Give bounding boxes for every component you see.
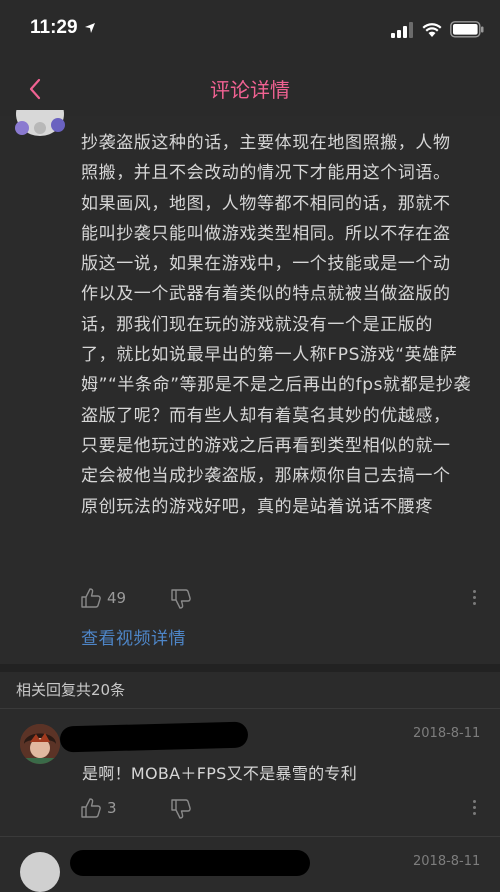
- comment-text: 抄袭盗版这种的话，主要体现在地图照搬，人物 照搬，并且不会改动的情况下才能用这个…: [81, 128, 481, 522]
- status-bar: 11:29: [0, 0, 500, 58]
- comment-line: 如果画风，地图，人物等都不相同的话，那就不: [81, 193, 451, 214]
- reply-actions: 3: [80, 797, 490, 821]
- comment-line: 能叫抄袭只能叫做游戏类型相同。所以不存在盗: [81, 223, 451, 244]
- divider: [0, 708, 500, 709]
- status-time: 11:29: [30, 17, 78, 38]
- comment-line: 照搬，并且不会改动的情况下才能用这个词语。: [81, 163, 451, 184]
- comment-line: 原创玩法的游戏好吧，真的是站着说话不腰疼: [81, 496, 433, 517]
- section-divider: [0, 664, 500, 672]
- view-video-details-link[interactable]: 查看视频详情: [81, 624, 186, 649]
- location-arrow-icon: [85, 23, 95, 33]
- like-count: 3: [107, 799, 117, 817]
- reply-date: 2018-8-11: [413, 854, 481, 869]
- wifi-icon: [422, 23, 442, 37]
- comment-line: 盗版了呢？而有些人却有着莫名其妙的优越感，: [81, 405, 451, 426]
- comment-line: 姆”“半条命”等那是不是之后再出的fps就都是抄袭: [81, 375, 472, 396]
- comment-line: 版这一说，如果在游戏中，一个技能或是一个动: [81, 254, 451, 275]
- comment-line: 了，就比如说最早出的第一人称FPS游戏“英雄萨: [81, 345, 458, 366]
- redacted-username: [70, 850, 310, 876]
- redacted-username: [59, 721, 249, 753]
- more-options-icon[interactable]: [473, 800, 477, 818]
- thumbs-up-icon[interactable]: [80, 797, 102, 819]
- reply-text: 是啊！MOBA＋FPS又不是暴雪的专利: [82, 764, 358, 783]
- thumbs-down-icon[interactable]: [170, 588, 192, 610]
- thumbs-down-icon[interactable]: [170, 798, 192, 820]
- signal-icon: [391, 22, 413, 38]
- comment-line: 话，那我们现在玩的游戏就没有一个是正版的: [81, 314, 433, 335]
- avatar[interactable]: [20, 852, 60, 892]
- page-title: 评论详情: [210, 78, 290, 102]
- replies-header: 相关回复共20条: [16, 681, 126, 699]
- more-options-icon[interactable]: [473, 590, 477, 608]
- avatar[interactable]: [14, 110, 66, 138]
- thumbs-up-icon[interactable]: [80, 587, 102, 609]
- comment-line: 抄袭盗版这种的话，主要体现在地图照搬，人物: [81, 133, 451, 153]
- battery-icon: [450, 21, 484, 38]
- avatar[interactable]: [20, 724, 60, 764]
- comment-line: 作以及一个武器有着类似的特点就被当做盗版的: [81, 284, 451, 305]
- nav-bar: 评论详情: [0, 58, 500, 116]
- reply-date: 2018-8-11: [413, 726, 481, 741]
- comment-line: 定会被他当成抄袭盗版，那麻烦你自己去搞一个: [81, 466, 451, 487]
- divider: [0, 836, 500, 837]
- comment-actions: 49: [80, 587, 490, 611]
- comment-line: 只要是他玩过的游戏之后再看到类型相似的就一: [81, 435, 451, 456]
- like-count: 49: [107, 589, 127, 607]
